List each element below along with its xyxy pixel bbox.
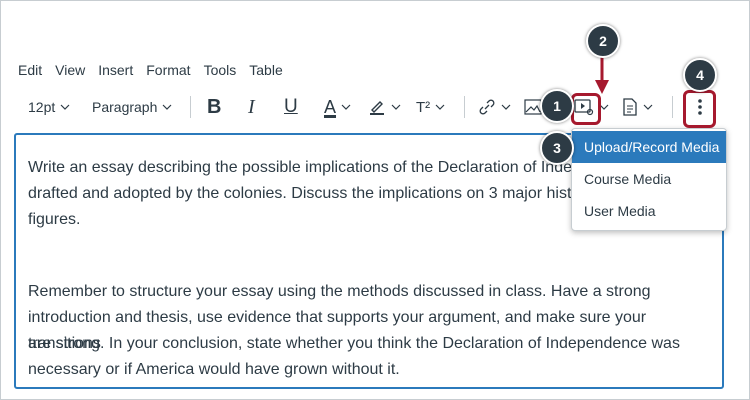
document-button[interactable] [622,92,653,122]
toolbar-divider [672,96,673,118]
chevron-down-icon [391,104,401,110]
chevron-down-icon [643,104,653,110]
chevron-down-icon [60,104,70,110]
font-size-select[interactable]: 12pt [28,92,70,122]
toolbar-divider [190,96,191,118]
superscript-label: T² [416,98,431,116]
toolbar-divider [464,96,465,118]
callout-2: 2 [586,24,620,58]
editor-toolbar: 12pt Paragraph B I U A T² [18,92,738,122]
italic-button[interactable]: I [248,92,255,122]
bold-button[interactable]: B [207,92,221,122]
highlight-color-button[interactable] [368,92,401,122]
callout-3: 3 [540,131,574,165]
menu-table[interactable]: Table [249,62,282,78]
chevron-down-icon [435,104,445,110]
link-icon [479,99,495,115]
media-button-highlight [571,93,601,125]
user-media-item[interactable]: User Media [572,195,726,227]
menu-tools[interactable]: Tools [204,62,237,78]
editor-text-line: are strong. In your conclusion, state wh… [28,335,680,352]
text-color-button[interactable]: A [324,92,351,122]
media-dropdown-menu: Upload/Record Media Course Media User Me… [571,128,727,231]
underline-button[interactable]: U [284,92,298,122]
menu-edit[interactable]: Edit [18,62,42,78]
document-icon [623,98,637,116]
chevron-down-icon [341,104,351,110]
editor-text-line: necessary or if America would have grown… [28,361,400,378]
callout-4: 4 [683,58,717,92]
block-format-value: Paragraph [92,99,158,115]
more-options-highlight [683,90,716,128]
chevron-down-icon [501,104,511,110]
upload-record-media-item[interactable]: Upload/Record Media [572,131,726,163]
menu-format[interactable]: Format [146,62,190,78]
editor-text-line: Remember to structure your essay using t… [28,283,651,300]
callout-1: 1 [540,89,574,123]
text-color-label: A [324,96,337,117]
menu-view[interactable]: View [55,62,85,78]
editor-menubar: Edit View Insert Format Tools Table [18,62,296,78]
course-media-item[interactable]: Course Media [572,163,726,195]
highlighter-icon [370,101,384,115]
link-button[interactable] [478,92,511,122]
chevron-down-icon [162,104,172,110]
superscript-button[interactable]: T² [416,92,445,122]
font-size-value: 12pt [28,99,56,115]
menu-insert[interactable]: Insert [98,62,133,78]
block-format-select[interactable]: Paragraph [92,92,172,122]
